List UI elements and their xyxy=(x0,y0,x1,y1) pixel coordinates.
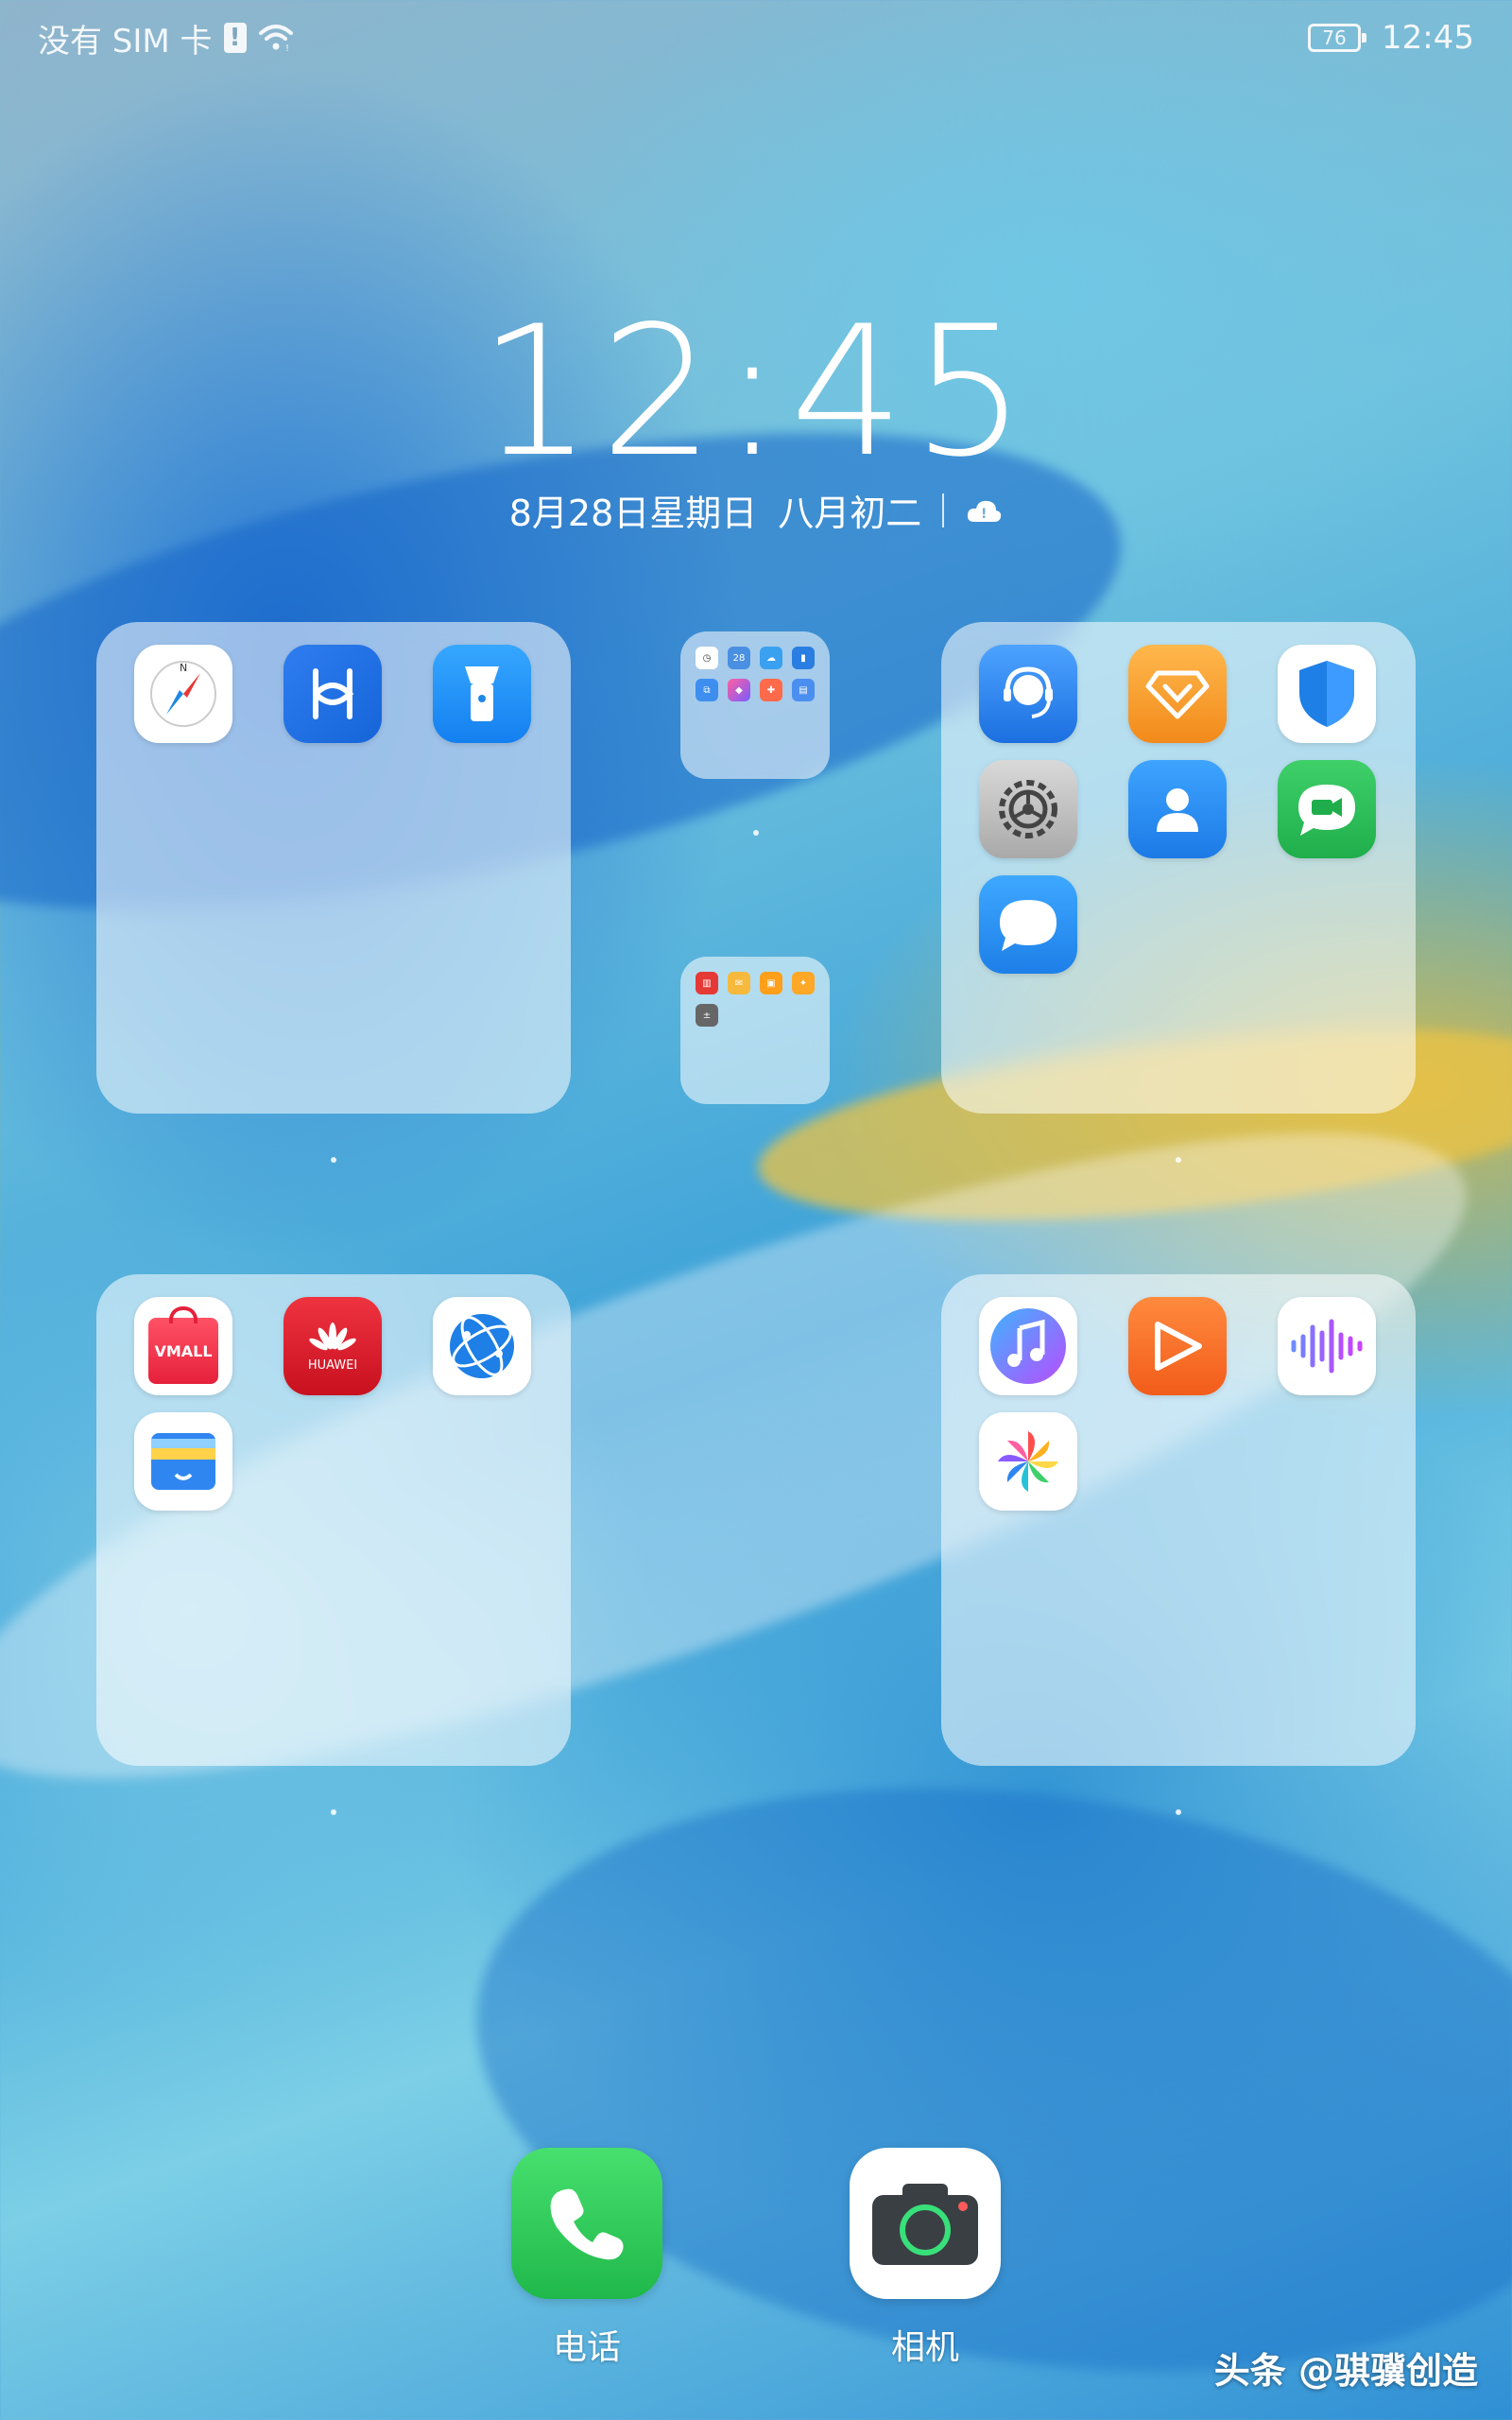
wifi-icon: ! xyxy=(258,25,293,52)
calendar-mini-icon: 28 xyxy=(728,647,750,669)
music-app[interactable] xyxy=(979,1297,1077,1395)
page-dot xyxy=(1176,1809,1181,1815)
recorder-app[interactable] xyxy=(1278,1297,1376,1395)
home-clock[interactable]: 12:45 xyxy=(0,302,1512,482)
settings-icon xyxy=(999,780,1057,838)
phone-icon xyxy=(550,2188,624,2260)
themes-mini-icon: ◆ xyxy=(728,679,750,701)
gallery-app[interactable] xyxy=(979,1412,1077,1511)
camera-icon xyxy=(872,2184,978,2265)
vmall-text: VMALL xyxy=(154,1341,213,1360)
huawei-member-app[interactable] xyxy=(1128,645,1227,743)
status-time: 12:45 xyxy=(1382,19,1474,57)
wallet-app[interactable] xyxy=(134,1412,232,1511)
weather-mini-icon: ☁ xyxy=(760,647,782,669)
huawei-member-icon xyxy=(1145,670,1210,719)
contacts-icon xyxy=(1157,788,1198,832)
small-folder-office[interactable]: ▥ ✉ ▣ ✦ ± xyxy=(680,957,830,1104)
phone-label: 电话 xyxy=(552,2328,621,2367)
watermark-text: 头条 @骐骥创造 xyxy=(1213,2350,1478,2392)
meetime-app[interactable] xyxy=(1278,760,1376,858)
contacts-app[interactable] xyxy=(1128,760,1227,858)
recorder-icon xyxy=(1291,1319,1363,1374)
huawei-appgallery-app[interactable]: HUAWEI xyxy=(284,1297,382,1395)
flashlight-icon xyxy=(465,666,499,721)
vmall-app[interactable]: VMALL xyxy=(134,1297,232,1395)
appstore-mini-icon: ✚ xyxy=(760,679,782,701)
video-app[interactable] xyxy=(1128,1297,1227,1395)
page-dot xyxy=(331,1809,336,1815)
messages-icon xyxy=(1000,900,1057,951)
app-folder-tools[interactable]: N xyxy=(96,622,571,1114)
wallpaper-wave xyxy=(438,1720,1512,2420)
huawei-share-icon xyxy=(313,668,354,719)
browser-icon xyxy=(450,1314,514,1378)
messages-app[interactable] xyxy=(979,875,1077,974)
sim-status-text: 没有 SIM 卡 xyxy=(38,22,213,60)
meetime-icon xyxy=(1298,785,1355,836)
status-bar: 没有 SIM 卡 ! ! 76 12:45 xyxy=(0,0,1512,76)
tasks-mini-icon: ✦ xyxy=(792,972,815,994)
music-icon xyxy=(990,1308,1066,1384)
page-dot xyxy=(331,1157,336,1163)
app-folder-services[interactable] xyxy=(941,622,1416,1114)
video-icon xyxy=(1155,1322,1202,1371)
date-text: 8月28日星期日 xyxy=(508,493,758,534)
app-folder-media[interactable] xyxy=(941,1274,1416,1766)
files-mini-icon: ▤ xyxy=(792,679,815,701)
battery-icon: 76 xyxy=(1308,24,1367,52)
email-mini-icon: ✉ xyxy=(728,972,750,994)
svg-text:!: ! xyxy=(285,43,289,52)
compass-app[interactable]: N xyxy=(134,645,232,743)
phone-manager-icon xyxy=(1299,661,1354,727)
page-dot xyxy=(753,830,759,836)
notepad-mini-icon: ▥ xyxy=(696,972,718,994)
small-folder-system[interactable]: ◷ 28 ☁ ▮ ⧉ ◆ ✚ ▤ xyxy=(680,631,830,779)
huawei-appgallery-icon xyxy=(309,1322,356,1350)
svg-text:N: N xyxy=(180,662,187,674)
wallet-icon xyxy=(151,1433,215,1490)
books-mini-icon: ▣ xyxy=(760,972,782,994)
divider xyxy=(942,493,945,527)
date-row: 8月28日星期日 八月初二 ! xyxy=(0,484,1512,536)
settings-app[interactable] xyxy=(979,760,1077,858)
huawei-text: HUAWEI xyxy=(307,1357,358,1373)
phone-manager-app[interactable] xyxy=(1278,645,1376,743)
lunar-date-text: 八月初二 xyxy=(778,493,922,534)
flashlight-app[interactable] xyxy=(433,645,531,743)
page-dot xyxy=(1176,1157,1181,1163)
vmall-bag-icon: VMALL xyxy=(148,1306,218,1384)
customer-service-icon xyxy=(1004,666,1053,718)
calculator-mini-icon: ± xyxy=(696,1004,718,1027)
clone-mini-icon: ⧉ xyxy=(696,679,718,701)
camera-dock-app[interactable] xyxy=(850,2148,1001,2299)
browser-app[interactable] xyxy=(433,1297,531,1395)
clock-mini-icon: ◷ xyxy=(696,647,718,669)
camera-label: 相机 xyxy=(890,2328,959,2367)
svg-text:!: ! xyxy=(981,507,987,522)
phone-dock-app[interactable] xyxy=(511,2148,662,2299)
customer-service-app[interactable] xyxy=(979,645,1077,743)
weather-cloud-icon[interactable]: ! xyxy=(965,497,1003,524)
app-folder-shopping[interactable]: VMALL HUAWEI xyxy=(96,1274,571,1766)
sim-warning-icon: ! xyxy=(223,23,247,53)
compass-icon: N xyxy=(150,661,216,727)
huawei-share-app[interactable] xyxy=(284,645,382,743)
gallery-icon xyxy=(998,1431,1058,1492)
tips-mini-icon: ▮ xyxy=(792,647,815,669)
